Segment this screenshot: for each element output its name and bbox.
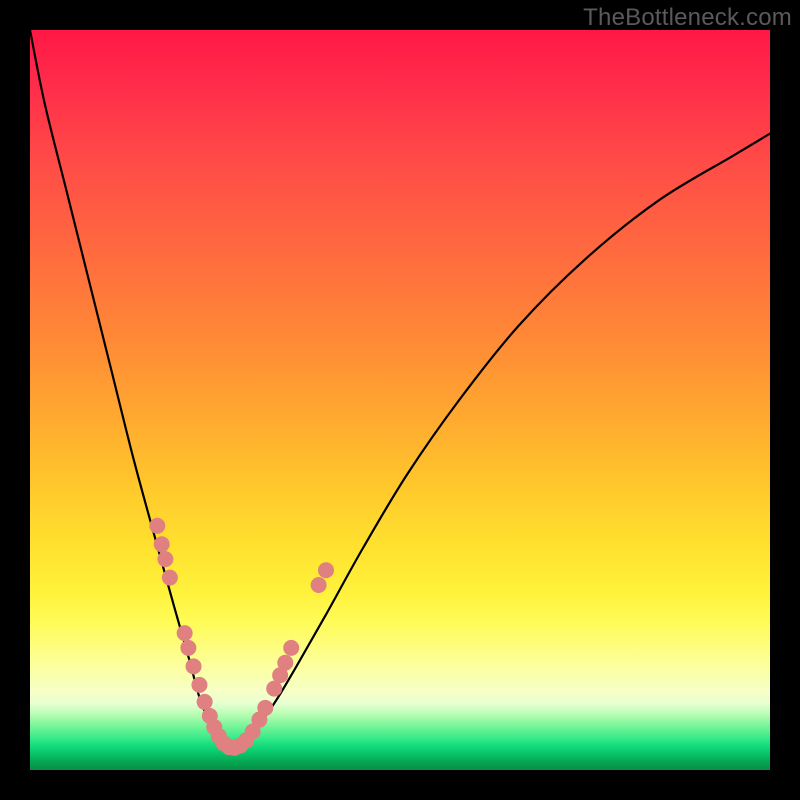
plot-area <box>30 30 770 770</box>
bead-marker <box>154 536 170 552</box>
bead-marker <box>318 562 334 578</box>
bead-marker <box>257 700 273 716</box>
bead-marker <box>157 551 173 567</box>
bead-marker <box>311 577 327 593</box>
bead-marker <box>197 694 213 710</box>
bead-marker <box>162 570 178 586</box>
chart-frame: TheBottleneck.com <box>0 0 800 800</box>
bead-marker <box>180 640 196 656</box>
curve-svg <box>30 30 770 770</box>
bead-marker <box>191 677 207 693</box>
bead-marker <box>277 655 293 671</box>
v-curve <box>30 30 770 748</box>
bead-group <box>149 518 334 756</box>
bead-marker <box>283 640 299 656</box>
watermark-text: TheBottleneck.com <box>583 4 792 32</box>
bead-marker <box>177 625 193 641</box>
bead-marker <box>149 518 165 534</box>
bead-marker <box>186 658 202 674</box>
